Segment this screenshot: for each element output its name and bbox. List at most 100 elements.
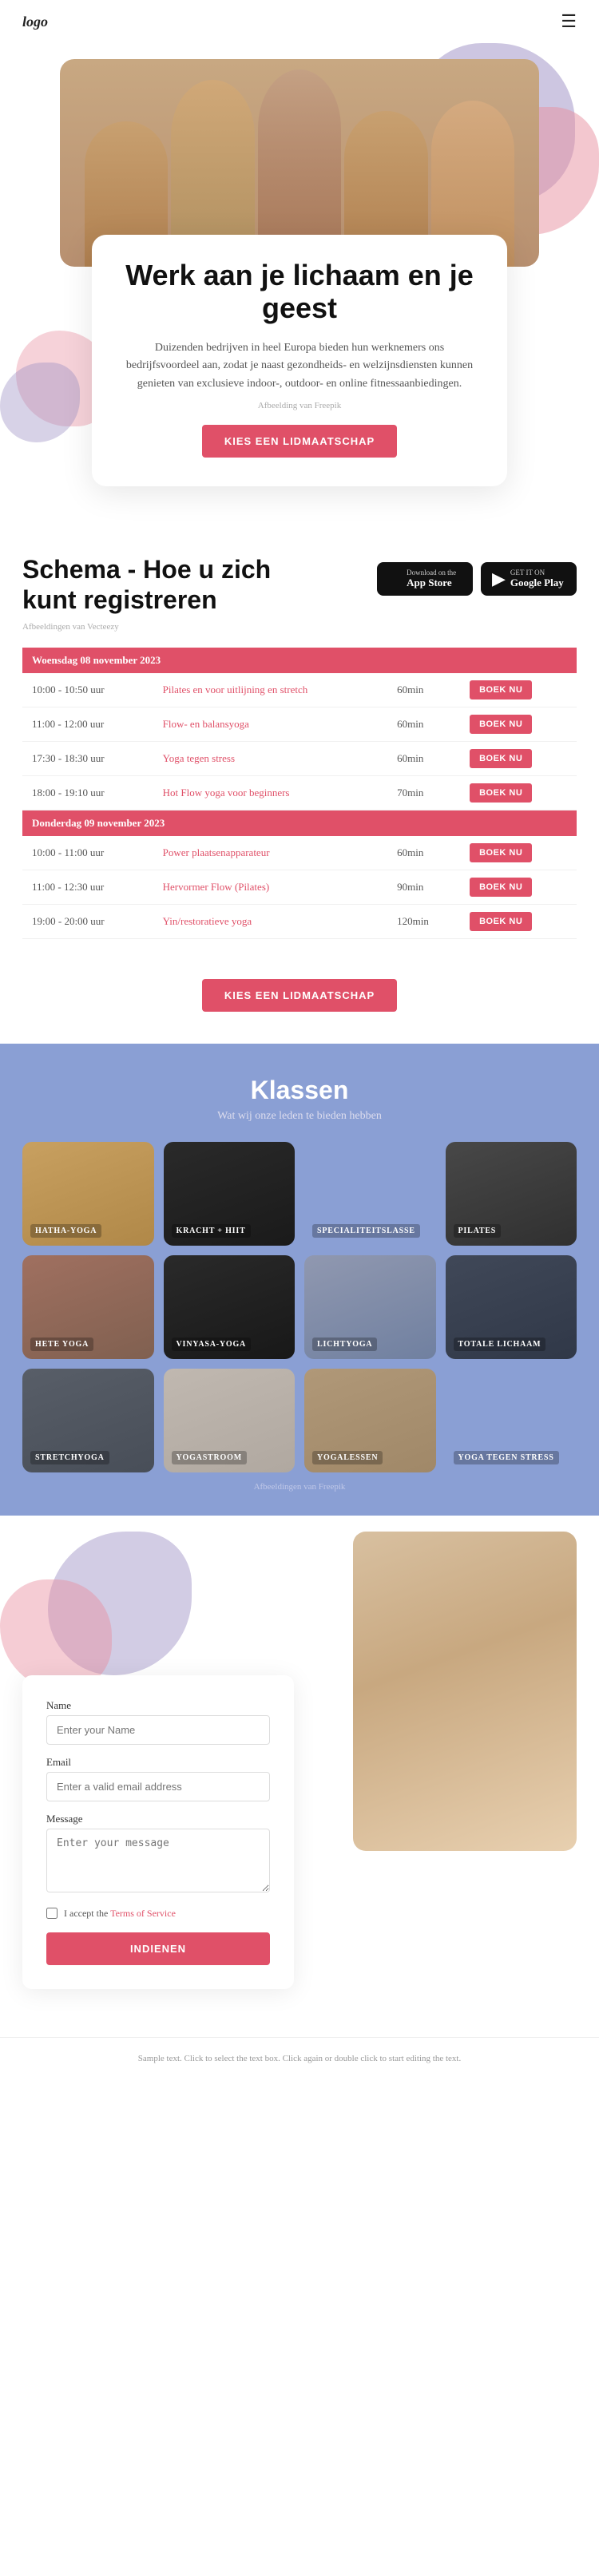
book-button[interactable]: BOEK NU — [470, 783, 532, 803]
schedule-cta: KIES EEN LIDMAATSCHAP — [22, 963, 577, 1028]
apple-icon:  — [388, 569, 402, 589]
class-label: SPECIALITEITSLASSE — [312, 1224, 420, 1238]
table-row: 18:00 - 19:10 uur Hot Flow yoga voor beg… — [22, 775, 577, 810]
book-button[interactable]: BOEK NU — [470, 843, 532, 862]
contact-form: Name Email Message I accept the Terms of… — [22, 1675, 294, 1989]
class-duration: 120min — [387, 904, 460, 938]
class-card[interactable]: KRACHT + HIIT — [164, 1142, 296, 1246]
app-store-text: Download on the App Store — [407, 569, 456, 589]
class-label: KRACHT + HIIT — [172, 1224, 251, 1238]
class-card[interactable]: YOGASTROOM — [164, 1369, 296, 1472]
email-input[interactable] — [46, 1772, 270, 1801]
book-button[interactable]: BOEK NU — [470, 912, 532, 931]
class-name: Power plaatsenapparateur — [153, 836, 387, 870]
google-play-text: GET IT ON Google Play — [510, 569, 564, 589]
menu-icon[interactable]: ☰ — [561, 11, 577, 32]
schedule-section: Schema - Hoe u zich kunt registreren Afb… — [0, 522, 599, 1044]
hero-title: Werk aan je lichaam en je geest — [124, 259, 475, 325]
class-duration: 60min — [387, 673, 460, 707]
book-cell: BOEK NU — [460, 707, 577, 741]
class-label: YOGASTROOM — [172, 1451, 247, 1464]
name-label: Name — [46, 1699, 270, 1712]
class-duration: 90min — [387, 870, 460, 904]
name-input[interactable] — [46, 1715, 270, 1745]
contact-blob-pink — [0, 1579, 112, 1691]
class-card[interactable]: LICHTYOGA — [304, 1255, 436, 1359]
table-row: 19:00 - 20:00 uur Yin/restoratieve yoga … — [22, 904, 577, 938]
submit-button[interactable]: INDIENEN — [46, 1932, 270, 1965]
sample-text-footer: Sample text. Click to select the text bo… — [0, 2037, 599, 2079]
class-time: 17:30 - 18:30 uur — [22, 741, 153, 775]
terms-link[interactable]: Terms of Service — [110, 1908, 176, 1919]
class-label: YOGA TEGEN STRESS — [454, 1451, 559, 1464]
terms-checkbox[interactable] — [46, 1908, 58, 1919]
table-row: 11:00 - 12:00 uur Flow- en balansyoga 60… — [22, 707, 577, 741]
table-row: 11:00 - 12:30 uur Hervormer Flow (Pilate… — [22, 870, 577, 904]
book-button[interactable]: BOEK NU — [470, 878, 532, 897]
book-cell: BOEK NU — [460, 836, 577, 870]
table-row: 10:00 - 11:00 uur Power plaatsenapparate… — [22, 836, 577, 870]
schedule-cta-button[interactable]: KIES EEN LIDMAATSCHAP — [202, 979, 397, 1012]
class-time: 10:00 - 10:50 uur — [22, 673, 153, 707]
classes-title: Klassen — [22, 1076, 577, 1105]
classes-section: Klassen Wat wij onze leden te bieden heb… — [0, 1044, 599, 1516]
class-card[interactable]: SPECIALITEITSLASSE — [304, 1142, 436, 1246]
google-play-badge[interactable]: ▶ GET IT ON Google Play — [481, 562, 577, 596]
book-cell: BOEK NU — [460, 775, 577, 810]
play-icon: ▶ — [492, 569, 506, 589]
class-name: Yin/restoratieve yoga — [153, 904, 387, 938]
book-cell: BOEK NU — [460, 741, 577, 775]
table-row: 10:00 - 10:50 uur Pilates en voor uitlij… — [22, 673, 577, 707]
schedule-day-header: Woensdag 08 november 2023 — [22, 648, 577, 673]
class-duration: 60min — [387, 741, 460, 775]
class-label: TOTALE LICHAAM — [454, 1338, 546, 1351]
class-card[interactable]: PILATES — [446, 1142, 577, 1246]
class-time: 19:00 - 20:00 uur — [22, 904, 153, 938]
header: logo ☰ — [0, 0, 599, 43]
class-card[interactable]: VINYASA-YOGA — [164, 1255, 296, 1359]
hero-section: Werk aan je lichaam en je geest Duizende… — [0, 43, 599, 522]
schedule-title: Schema - Hoe u zich kunt registreren — [22, 554, 278, 616]
hero-cta-button[interactable]: KIES EEN LIDMAATSCHAP — [202, 425, 397, 458]
class-duration: 70min — [387, 775, 460, 810]
book-button[interactable]: BOEK NU — [470, 680, 532, 699]
class-name: Flow- en balansyoga — [153, 707, 387, 741]
message-label: Message — [46, 1813, 270, 1825]
contact-person-image — [353, 1532, 577, 1851]
class-card[interactable]: HETE YOGA — [22, 1255, 154, 1359]
book-cell: BOEK NU — [460, 673, 577, 707]
class-duration: 60min — [387, 707, 460, 741]
classes-credit: Afbeeldingen van Freepik — [22, 1482, 577, 1492]
class-card[interactable]: STRETCHYOGA — [22, 1369, 154, 1472]
hero-description: Duizenden bedrijven in heel Europa biede… — [124, 339, 475, 393]
class-card[interactable]: TOTALE LICHAAM — [446, 1255, 577, 1359]
contact-section: Name Email Message I accept the Terms of… — [0, 1516, 599, 2037]
class-label: VINYASA-YOGA — [172, 1338, 252, 1351]
book-cell: BOEK NU — [460, 870, 577, 904]
app-badges:  Download on the App Store ▶ GET IT ON … — [377, 554, 577, 596]
logo: logo — [22, 14, 48, 30]
class-card[interactable]: YOGA TEGEN STRESS — [446, 1369, 577, 1472]
name-field: Name — [46, 1699, 270, 1745]
class-name: Hervormer Flow (Pilates) — [153, 870, 387, 904]
hero-card: Werk aan je lichaam en je geest Duizende… — [92, 235, 507, 486]
class-time: 10:00 - 11:00 uur — [22, 836, 153, 870]
email-label: Email — [46, 1756, 270, 1769]
class-card[interactable]: YOGALESSEN — [304, 1369, 436, 1472]
book-button[interactable]: BOEK NU — [470, 749, 532, 768]
classes-subtitle: Wat wij onze leden te bieden hebben — [22, 1110, 577, 1123]
class-card[interactable]: HATHA-YOGA — [22, 1142, 154, 1246]
class-label: YOGALESSEN — [312, 1451, 383, 1464]
schedule-table: Woensdag 08 november 2023 10:00 - 10:50 … — [22, 648, 577, 939]
table-row: 17:30 - 18:30 uur Yoga tegen stress 60mi… — [22, 741, 577, 775]
contact-person-bg — [353, 1532, 577, 1851]
message-textarea[interactable] — [46, 1829, 270, 1892]
schedule-header: Schema - Hoe u zich kunt registreren Afb… — [22, 554, 577, 632]
class-name: Pilates en voor uitlijning en stretch — [153, 673, 387, 707]
message-field: Message — [46, 1813, 270, 1896]
book-button[interactable]: BOEK NU — [470, 715, 532, 734]
class-duration: 60min — [387, 836, 460, 870]
app-store-badge[interactable]:  Download on the App Store — [377, 562, 473, 596]
schedule-title-block: Schema - Hoe u zich kunt registreren Afb… — [22, 554, 278, 632]
hero-image-credit: Afbeelding van Freepik — [124, 401, 475, 410]
